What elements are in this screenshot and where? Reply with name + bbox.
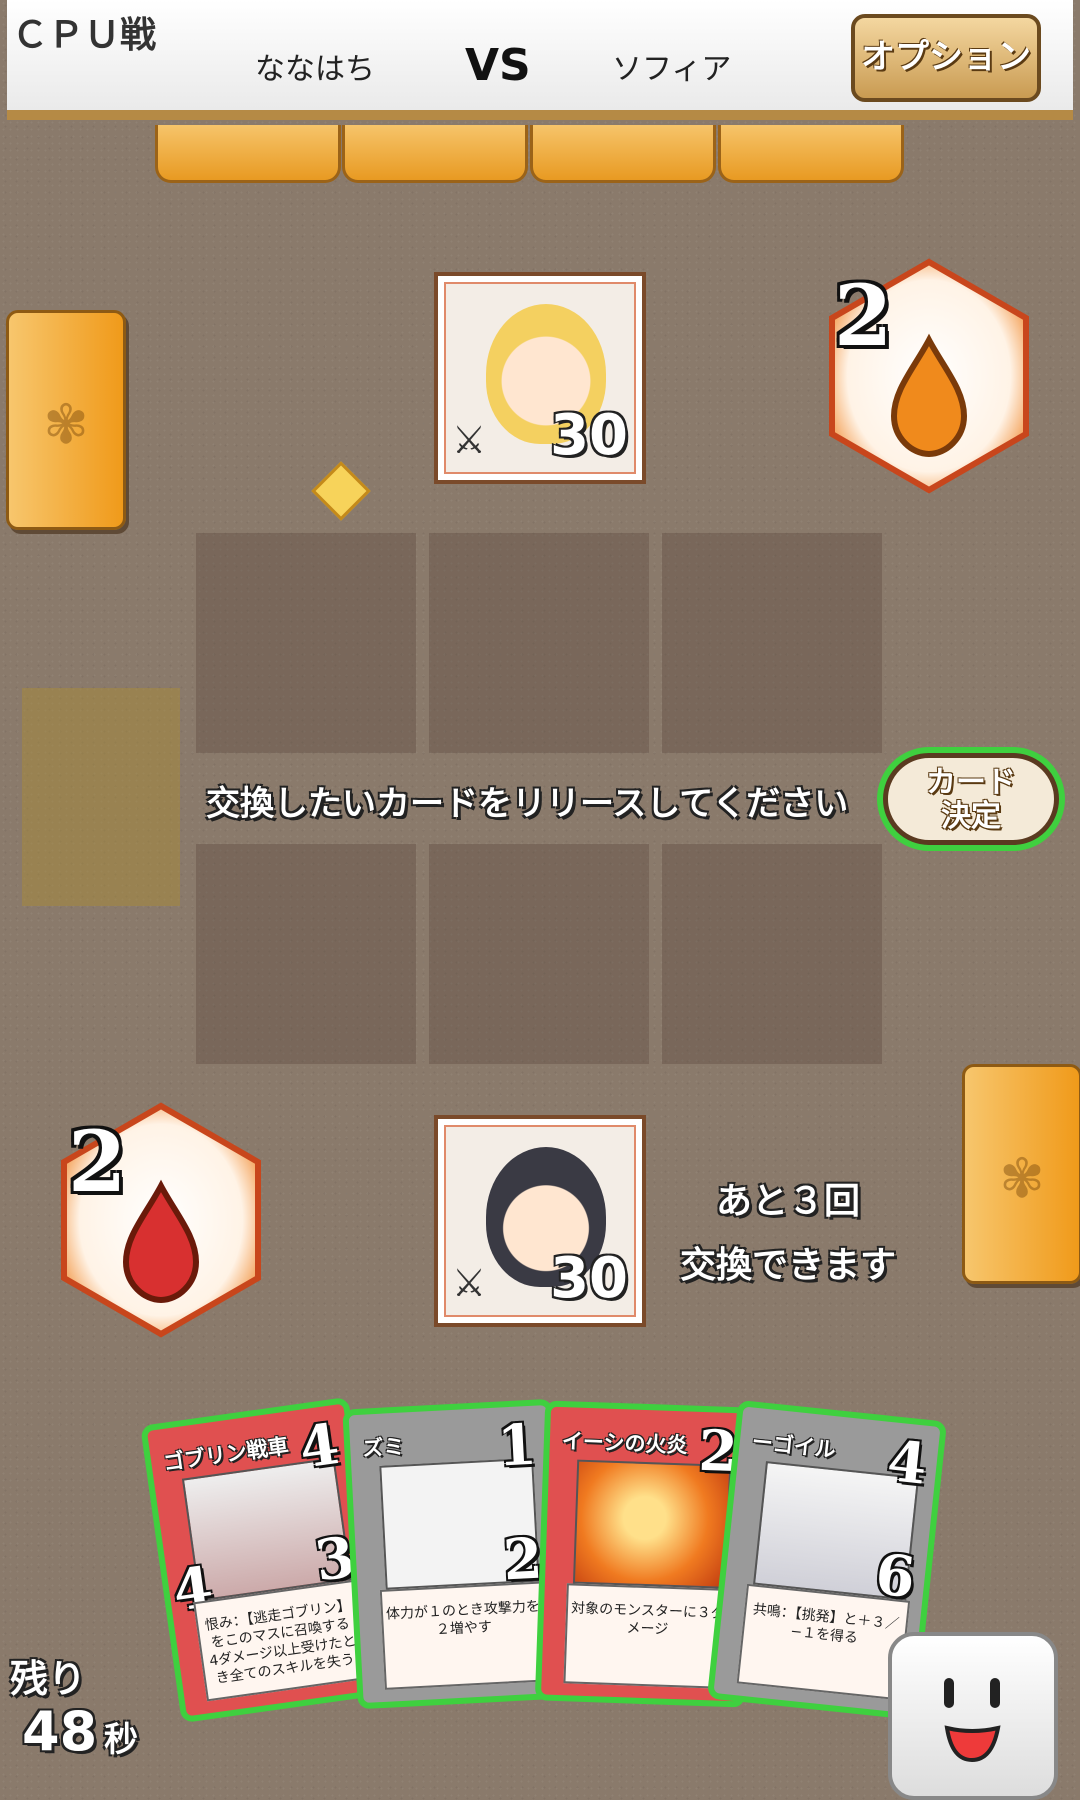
- board-slot-opponent-1[interactable]: [196, 533, 416, 753]
- sword-icon: ⚔: [452, 1261, 487, 1305]
- card-title: イーシの火炎: [561, 1429, 688, 1458]
- board-slot-player-2[interactable]: [429, 844, 649, 1064]
- opponent-hand-card: [530, 125, 716, 183]
- timer-label: 残り: [10, 1657, 87, 1701]
- opponent-portrait[interactable]: ⚔ 30: [434, 272, 646, 484]
- card-title: ーゴイル: [750, 1429, 837, 1463]
- decide-label-line2: 決定: [941, 799, 1001, 834]
- board-slot-opponent-3[interactable]: [662, 533, 882, 753]
- sword-icon: ⚔: [452, 418, 487, 462]
- player-deck: ✾: [962, 1064, 1080, 1284]
- card-decide-button[interactable]: カード 決定: [883, 753, 1059, 845]
- player-mana-hex: 2: [58, 1102, 264, 1338]
- wing-emblem-icon: ✾: [43, 393, 89, 456]
- smiley-face-icon: [944, 1678, 1001, 1763]
- swap-remaining-info: あと３回 交換できます: [680, 1170, 896, 1298]
- game-mode-label: ＣＰＵ戦: [12, 15, 157, 56]
- emote-button[interactable]: [888, 1632, 1058, 1800]
- player-name-right: ソフィア: [612, 52, 732, 87]
- discard-zone: [22, 688, 180, 906]
- opponent-mana-count: 2: [834, 266, 893, 365]
- opponent-hand-card: [155, 125, 341, 183]
- card-cost: 4: [884, 1427, 930, 1498]
- player-portrait[interactable]: ⚔ 30: [434, 1115, 646, 1327]
- timer-value: 48: [22, 1700, 98, 1763]
- swap-info-line2: 交換できます: [680, 1245, 897, 1286]
- timer-unit: 秒: [104, 1720, 138, 1760]
- decide-label-line1: カード: [926, 765, 1016, 800]
- card-text: 恨み：【逃走ゴブリン】をこのマスに召喚する 4ダメージ以上受けたとき全てのスキル…: [193, 1579, 370, 1702]
- vs-label: VS: [465, 40, 531, 91]
- turn-indicator-diamond: [311, 461, 371, 521]
- opponent-hand-card: [342, 125, 528, 183]
- card-text: 体力が１のとき攻撃力を２増やす: [379, 1581, 549, 1690]
- exchange-prompt: 交換したいカードをリリースしてください: [206, 784, 849, 824]
- card-text: 共鳴：【挑発】と＋３／−１を得る: [736, 1583, 911, 1701]
- card-cost: 4: [295, 1410, 344, 1482]
- card-text: 対象のモンスターに３ダメージ: [563, 1583, 731, 1689]
- option-button[interactable]: オプション: [851, 14, 1041, 102]
- board-slot-player-1[interactable]: [196, 844, 416, 1064]
- card-title: ズミ: [361, 1434, 405, 1461]
- opponent-mana-hex: 2: [826, 258, 1032, 494]
- swap-info-line1: あと３回: [716, 1181, 861, 1222]
- hand-card[interactable]: ズミ 1 2 体力が１のとき攻撃力を２増やす: [342, 1398, 568, 1710]
- opponent-hp: 30: [550, 403, 628, 468]
- board-slot-opponent-2[interactable]: [429, 533, 649, 753]
- card-cost: 1: [495, 1411, 539, 1480]
- opponent-hand-card: [718, 125, 904, 183]
- player-mana-count: 2: [68, 1112, 127, 1211]
- opponent-deck: ✾: [6, 310, 126, 530]
- player-name-left: ななはち: [255, 52, 375, 87]
- wing-emblem-icon: ✾: [999, 1147, 1045, 1210]
- board-slot-player-3[interactable]: [662, 844, 882, 1064]
- player-hp: 30: [550, 1246, 628, 1311]
